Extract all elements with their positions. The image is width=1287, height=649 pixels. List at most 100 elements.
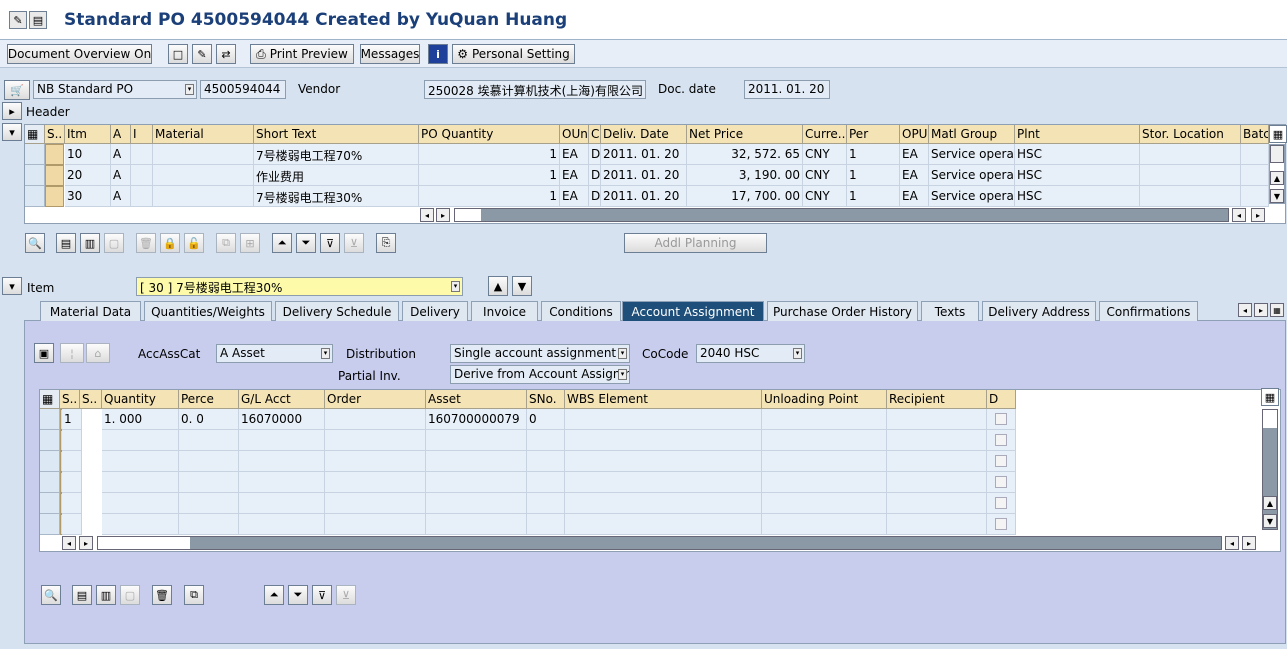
acct-cell[interactable] xyxy=(325,430,426,451)
col-i[interactable]: I xyxy=(131,125,153,144)
acct-settings-icon[interactable]: ⌂ xyxy=(86,343,110,363)
item-cell-matl[interactable]: Service operatio xyxy=(929,144,1015,165)
acct-cell-s[interactable] xyxy=(62,472,82,493)
hscroll-track[interactable] xyxy=(454,208,1229,222)
item-cell-opu[interactable]: EA xyxy=(900,144,929,165)
acct-cell-qty[interactable] xyxy=(102,451,179,472)
dropdown-icon[interactable]: ▾ xyxy=(321,348,330,359)
acct-col-wbs[interactable]: WBS Element xyxy=(565,390,762,409)
row-status-cell[interactable] xyxy=(45,165,64,186)
row-status-cell[interactable] xyxy=(45,144,64,165)
item-cell-date[interactable]: 2011. 01. 20 xyxy=(601,186,687,207)
doc-type-select[interactable]: NB Standard PO ▾ xyxy=(33,80,197,99)
acct-cell-asset[interactable] xyxy=(426,451,527,472)
acct-col-sno[interactable]: SNo. xyxy=(527,390,565,409)
acct-cell-gl[interactable] xyxy=(239,514,325,535)
acct-cell[interactable] xyxy=(565,472,762,493)
acct-cell-perc[interactable]: 0. 0 xyxy=(179,409,239,430)
acct-cell[interactable] xyxy=(762,472,887,493)
acct-hscroll-track[interactable] xyxy=(97,536,1222,550)
item-cell-date[interactable]: 2011. 01. 20 xyxy=(601,165,687,186)
item-cell-plnt[interactable]: HSC xyxy=(1015,186,1140,207)
acct-col-quantity[interactable]: Quantity xyxy=(102,390,179,409)
acct-row-selector[interactable] xyxy=(40,472,60,493)
acct-select-all-rows-icon[interactable]: ▤ xyxy=(72,585,92,605)
acct-cell-asset[interactable] xyxy=(426,430,527,451)
acct-cell-perc[interactable] xyxy=(179,451,239,472)
item-collapse-icon[interactable]: ▾ xyxy=(2,277,22,295)
acct-filter-off-icon[interactable]: ⊻ xyxy=(336,585,356,605)
sort-icon[interactable]: ⏶ xyxy=(272,233,292,253)
acct-cell[interactable] xyxy=(565,409,762,430)
tab-quantities-weights[interactable]: Quantities/Weights xyxy=(144,301,272,321)
select-all-icon[interactable]: ▦ xyxy=(25,125,45,144)
acct-cell[interactable] xyxy=(762,451,887,472)
item-cell-a[interactable]: A xyxy=(111,144,131,165)
vendor-field[interactable]: 250028 埃慕计算机技术(上海)有限公司 xyxy=(424,80,646,99)
acct-cell[interactable] xyxy=(565,493,762,514)
acct-cell-qty[interactable] xyxy=(102,514,179,535)
acct-vscroll[interactable]: ▲ ▼ xyxy=(1262,409,1278,530)
acct-cell-sno[interactable] xyxy=(527,451,565,472)
acct-cell-perc[interactable] xyxy=(179,430,239,451)
prev-item-icon[interactable]: ▲ xyxy=(488,276,508,296)
item-cell-qty[interactable]: 1 xyxy=(419,144,560,165)
other-po-icon[interactable]: ⇄ xyxy=(216,44,236,64)
acct-select-block-icon[interactable]: ▥ xyxy=(96,585,116,605)
col-c[interactable]: C xyxy=(589,125,601,144)
table-settings-icon[interactable]: ▦ xyxy=(1269,125,1287,143)
item-cell-a[interactable]: A xyxy=(111,186,131,207)
acct-col-s1[interactable]: S.. xyxy=(60,390,80,409)
col-a[interactable]: A xyxy=(111,125,131,144)
personal-setting-button[interactable]: ⚙ Personal Setting xyxy=(452,44,575,64)
acct-deletion-checkbox[interactable] xyxy=(995,413,1007,425)
acct-cell[interactable] xyxy=(762,409,887,430)
row-selector[interactable] xyxy=(25,165,45,186)
acct-cell-perc[interactable] xyxy=(179,493,239,514)
docdate-field[interactable]: 2011. 01. 20 xyxy=(744,80,830,99)
acct-cell-perc[interactable] xyxy=(179,514,239,535)
acct-cell-s[interactable] xyxy=(62,451,82,472)
item-cell[interactable] xyxy=(1241,165,1269,186)
row-selector[interactable] xyxy=(25,144,45,165)
tab-delivery[interactable]: Delivery xyxy=(402,301,468,321)
cart-icon[interactable]: 🛒 xyxy=(4,80,30,100)
item-cell[interactable] xyxy=(131,186,153,207)
acct-delete-icon[interactable]: 🗑 xyxy=(152,585,172,605)
menu-icon[interactable]: ✎ xyxy=(9,11,27,29)
item-cell-opu[interactable]: EA xyxy=(900,165,929,186)
items-vscroll[interactable]: ▲ ▼ xyxy=(1269,144,1285,204)
col-matl-group[interactable]: Matl Group xyxy=(929,125,1015,144)
item-cell-date[interactable]: 2011. 01. 20 xyxy=(601,144,687,165)
col-stor-location[interactable]: Stor. Location xyxy=(1140,125,1241,144)
acct-cell[interactable] xyxy=(887,493,987,514)
acct-cell-asset[interactable] xyxy=(426,514,527,535)
item-cell-opu[interactable]: EA xyxy=(900,186,929,207)
scroll-right-icon[interactable]: ▸ xyxy=(436,208,450,222)
select-all-rows-icon[interactable]: ▤ xyxy=(56,233,76,253)
item-cell[interactable] xyxy=(153,165,254,186)
item-cell-short[interactable]: 作业费用 xyxy=(254,165,419,186)
lock-icon[interactable]: 🔒 xyxy=(160,233,180,253)
item-cell[interactable] xyxy=(1140,144,1241,165)
acct-cell-sno[interactable] xyxy=(527,430,565,451)
tab-delivery-schedule[interactable]: Delivery Schedule xyxy=(275,301,399,321)
acct-overview-icon[interactable]: ▣ xyxy=(34,343,54,363)
default-values-icon[interactable]: ⎘ xyxy=(376,233,396,253)
acct-copy-icon[interactable]: ⧉ xyxy=(184,585,204,605)
acct-deletion-checkbox[interactable] xyxy=(995,455,1007,467)
acct-cell-qty[interactable] xyxy=(102,430,179,451)
acct-cell[interactable] xyxy=(887,514,987,535)
acct-row-selector[interactable] xyxy=(40,409,60,430)
acct-cell[interactable] xyxy=(565,514,762,535)
acct-cell-sno[interactable]: 0 xyxy=(527,409,565,430)
item-cell[interactable] xyxy=(131,144,153,165)
acct-cell[interactable] xyxy=(887,451,987,472)
acct-deletion-checkbox[interactable] xyxy=(995,518,1007,530)
document-icon[interactable]: ▤ xyxy=(29,11,47,29)
tab-material-data[interactable]: Material Data xyxy=(40,301,141,321)
acct-scroll-right-end-icon[interactable]: ▸ xyxy=(1242,536,1256,550)
acct-col-s2[interactable]: S.. xyxy=(80,390,102,409)
col-net-price[interactable]: Net Price xyxy=(687,125,803,144)
acct-cell-qty[interactable] xyxy=(102,493,179,514)
